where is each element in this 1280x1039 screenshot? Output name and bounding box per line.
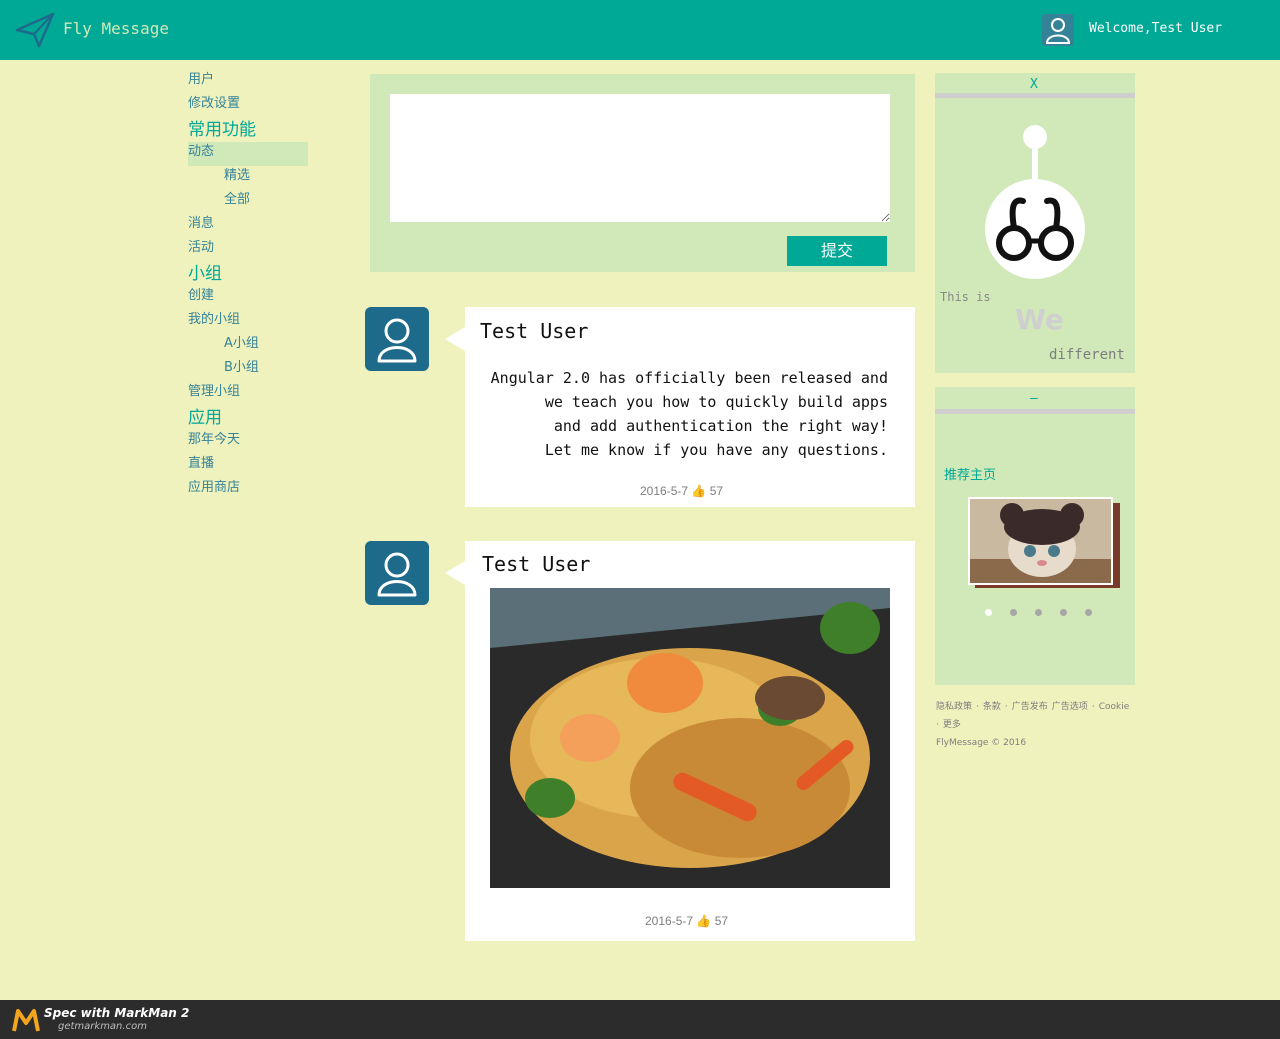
- carousel-dots: [985, 609, 1095, 617]
- footer-link[interactable]: 更多: [943, 716, 961, 734]
- nav-item[interactable]: A小组: [188, 334, 328, 358]
- like-count: 57: [714, 914, 729, 928]
- thumbs-up-icon[interactable]: 👍: [691, 484, 706, 498]
- post-body-line: we teach you how to quickly build apps: [544, 393, 888, 411]
- footer-copyright: FlyMessage © 2016: [936, 738, 1027, 748]
- recommend-widget: – 推荐主页: [935, 387, 1135, 685]
- submit-button[interactable]: 提交: [787, 236, 887, 266]
- post-composer: 提交: [370, 74, 915, 272]
- footer-link[interactable]: 广告发布: [1012, 698, 1048, 716]
- top-header: Fly Message Welcome,Test User: [0, 0, 1280, 60]
- nav-item[interactable]: 用户: [188, 70, 328, 94]
- close-icon[interactable]: X: [1030, 77, 1038, 92]
- left-sidebar-nav: 用户 修改设置 常用功能 动态 精选 全部 消息 活动 小组 创建 我的小组 A小组 B小组 管理小组 应用…: [188, 70, 328, 502]
- post-meta: 2016-5-7 👍 57: [645, 914, 728, 928]
- post-body-line: and add authentication the right way!: [553, 417, 888, 435]
- nav-item[interactable]: 直播: [188, 454, 328, 478]
- nav-item[interactable]: 动态: [188, 142, 308, 166]
- nav-group-heading: 应用: [188, 408, 222, 428]
- nav-item[interactable]: 修改设置: [188, 94, 328, 118]
- footer-links: 隐私政策 · 条款 · 广告发布 广告选项 · Cookie· 更多 FlyMessage © 2…: [936, 698, 1136, 752]
- post-body-line: Angular 2.0 has officially been released…: [490, 369, 888, 387]
- post-author-avatar[interactable]: [365, 307, 429, 371]
- post-author-name[interactable]: Test User: [482, 552, 590, 576]
- thumbs-up-icon[interactable]: 👍: [696, 914, 711, 928]
- widget-top-bar: [935, 93, 1135, 98]
- post-author-avatar[interactable]: [365, 541, 429, 605]
- paper-plane-logo-icon[interactable]: [15, 10, 55, 50]
- nav-group-heading: 常用功能: [188, 120, 256, 140]
- nav-item[interactable]: 创建: [188, 286, 328, 310]
- nav-item[interactable]: 精选: [188, 166, 328, 190]
- motto-line-1: This is: [940, 290, 991, 304]
- glasses-mascot-icon: [985, 123, 1085, 288]
- widget-top-bar: [935, 409, 1135, 414]
- post-body-line: Let me know if you have any questions.: [544, 441, 888, 459]
- nav-item[interactable]: 消息: [188, 214, 328, 238]
- footer-link[interactable]: 条款: [983, 698, 1001, 716]
- motto-line-3: different: [1049, 347, 1125, 363]
- nav-item[interactable]: 管理小组: [188, 382, 328, 406]
- nav-item[interactable]: B小组: [188, 358, 328, 382]
- nav-item[interactable]: 活动: [188, 238, 328, 262]
- motto-widget: X This is We different: [935, 73, 1135, 373]
- minimize-icon[interactable]: –: [1030, 391, 1038, 406]
- markman-bar: Spec with MarkMan 2 getmarkman.com: [0, 1000, 1280, 1039]
- cat-photo[interactable]: [968, 497, 1113, 585]
- markman-url[interactable]: getmarkman.com: [58, 1021, 147, 1032]
- app-name: Fly Message: [63, 19, 169, 38]
- footer-separator: ·: [1091, 702, 1095, 712]
- markman-logo-icon: [12, 1007, 40, 1033]
- post-card-arrow: [445, 561, 465, 585]
- footer-separator: ·: [976, 702, 979, 712]
- footer-separator: ·: [936, 720, 939, 730]
- post-card-text: Test User Angular 2.0 has officially bee…: [445, 307, 915, 507]
- post-card-image: Test User 2016-5-7 👍 57: [445, 541, 915, 941]
- carousel-dot[interactable]: [1060, 609, 1067, 616]
- motto-line-2: We: [1015, 303, 1064, 336]
- footer-link[interactable]: 隐私政策: [936, 698, 972, 716]
- like-count: 57: [709, 484, 724, 498]
- nav-item[interactable]: 我的小组: [188, 310, 328, 334]
- nav-item[interactable]: 那年今天: [188, 430, 328, 454]
- footer-separator: ·: [1004, 702, 1008, 712]
- post-meta: 2016-5-7 👍 57: [640, 484, 723, 498]
- post-input[interactable]: [390, 94, 890, 222]
- post-date: 2016-5-7: [640, 484, 689, 498]
- markman-title: Spec with MarkMan 2: [44, 1006, 190, 1020]
- post-date: 2016-5-7: [645, 914, 694, 928]
- post-card-arrow: [445, 327, 465, 351]
- post-body: Angular 2.0 has officially been released…: [491, 366, 888, 462]
- footer-link[interactable]: Cookie: [1099, 698, 1130, 716]
- carousel-dot[interactable]: [1010, 609, 1017, 616]
- nav-group-heading: 小组: [188, 264, 222, 284]
- carousel-dot[interactable]: [1085, 609, 1092, 616]
- footer-link[interactable]: 广告选项: [1052, 698, 1088, 716]
- welcome-text: Welcome,Test User: [1089, 21, 1223, 36]
- user-avatar[interactable]: [1042, 14, 1074, 46]
- nav-item[interactable]: 全部: [188, 190, 328, 214]
- recommend-title: 推荐主页: [944, 468, 997, 483]
- nav-item[interactable]: 应用商店: [188, 478, 328, 502]
- carousel-dot[interactable]: [1035, 609, 1042, 616]
- carousel-dot[interactable]: [985, 609, 992, 616]
- post-author-name[interactable]: Test User: [480, 319, 588, 343]
- noodles-photo[interactable]: [490, 588, 890, 888]
